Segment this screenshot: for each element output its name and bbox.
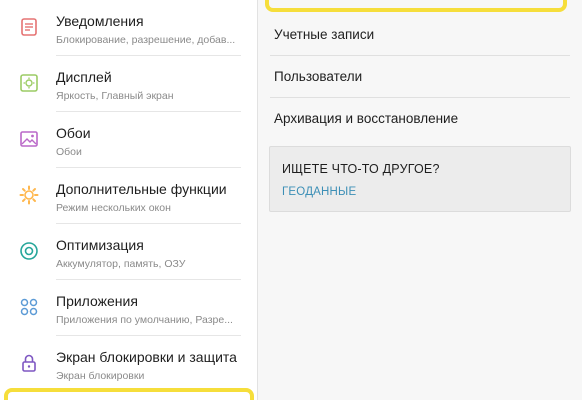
backup-restore-item[interactable]: Архивация и восстановление — [258, 98, 582, 140]
menu-item-title: Дополнительные функции — [56, 181, 227, 197]
accounts-label: Учетные записи — [274, 27, 375, 42]
menu-item-subtitle: Блокирование, разрешение, добав... — [56, 34, 236, 46]
menu-item-lock-screen[interactable]: Экран блокировки и защита Экран блокиров… — [0, 336, 257, 392]
menu-item-notifications[interactable]: Уведомления Блокирование, разрешение, до… — [0, 0, 257, 56]
display-icon — [18, 72, 40, 94]
users-item[interactable]: Пользователи — [258, 56, 582, 98]
wallpaper-icon — [18, 128, 40, 150]
menu-item-subtitle: Приложения по умолчанию, Разре... — [56, 314, 233, 326]
menu-item-apps[interactable]: Приложения Приложения по умолчанию, Разр… — [0, 280, 257, 336]
menu-item-wallpaper[interactable]: Обои Обои — [0, 112, 257, 168]
accounts-item[interactable]: Учетные записи — [258, 14, 582, 56]
card-title: ИЩЕТЕ ЧТО-ТО ДРУГОЕ? — [282, 162, 440, 176]
menu-item-subtitle: Обои — [56, 146, 82, 158]
highlight-frame-bottom — [4, 388, 254, 400]
menu-item-title: Дисплей — [56, 69, 112, 85]
menu-item-subtitle: Режим нескольких окон — [56, 202, 171, 214]
advanced-features-icon — [18, 184, 40, 206]
menu-item-subtitle: Аккумулятор, память, ОЗУ — [56, 258, 186, 270]
menu-item-title: Обои — [56, 125, 91, 141]
users-label: Пользователи — [274, 69, 363, 84]
notifications-icon — [18, 16, 40, 38]
menu-item-title: Оптимизация — [56, 237, 144, 253]
menu-item-title: Экран блокировки и защита — [56, 349, 237, 365]
menu-item-subtitle: Экран блокировки — [56, 370, 145, 382]
menu-item-display[interactable]: Дисплей Яркость, Главный экран — [0, 56, 257, 112]
menu-item-advanced-features[interactable]: Дополнительные функции Режим нескольких … — [0, 168, 257, 224]
optimization-icon — [18, 240, 40, 262]
settings-menu: Уведомления Блокирование, разрешение, до… — [0, 0, 257, 400]
looking-for-something-card: ИЩЕТЕ ЧТО-ТО ДРУГОЕ? ГЕОДАННЫЕ — [269, 146, 571, 212]
backup-restore-label: Архивация и восстановление — [274, 111, 459, 126]
lock-icon — [18, 352, 40, 374]
apps-icon — [18, 296, 40, 318]
menu-item-subtitle: Яркость, Главный экран — [56, 90, 174, 102]
geodata-link[interactable]: ГЕОДАННЫЕ — [282, 186, 356, 198]
menu-item-title: Приложения — [56, 293, 138, 309]
menu-item-optimization[interactable]: Оптимизация Аккумулятор, память, ОЗУ — [0, 224, 257, 280]
menu-item-title: Уведомления — [56, 13, 144, 29]
